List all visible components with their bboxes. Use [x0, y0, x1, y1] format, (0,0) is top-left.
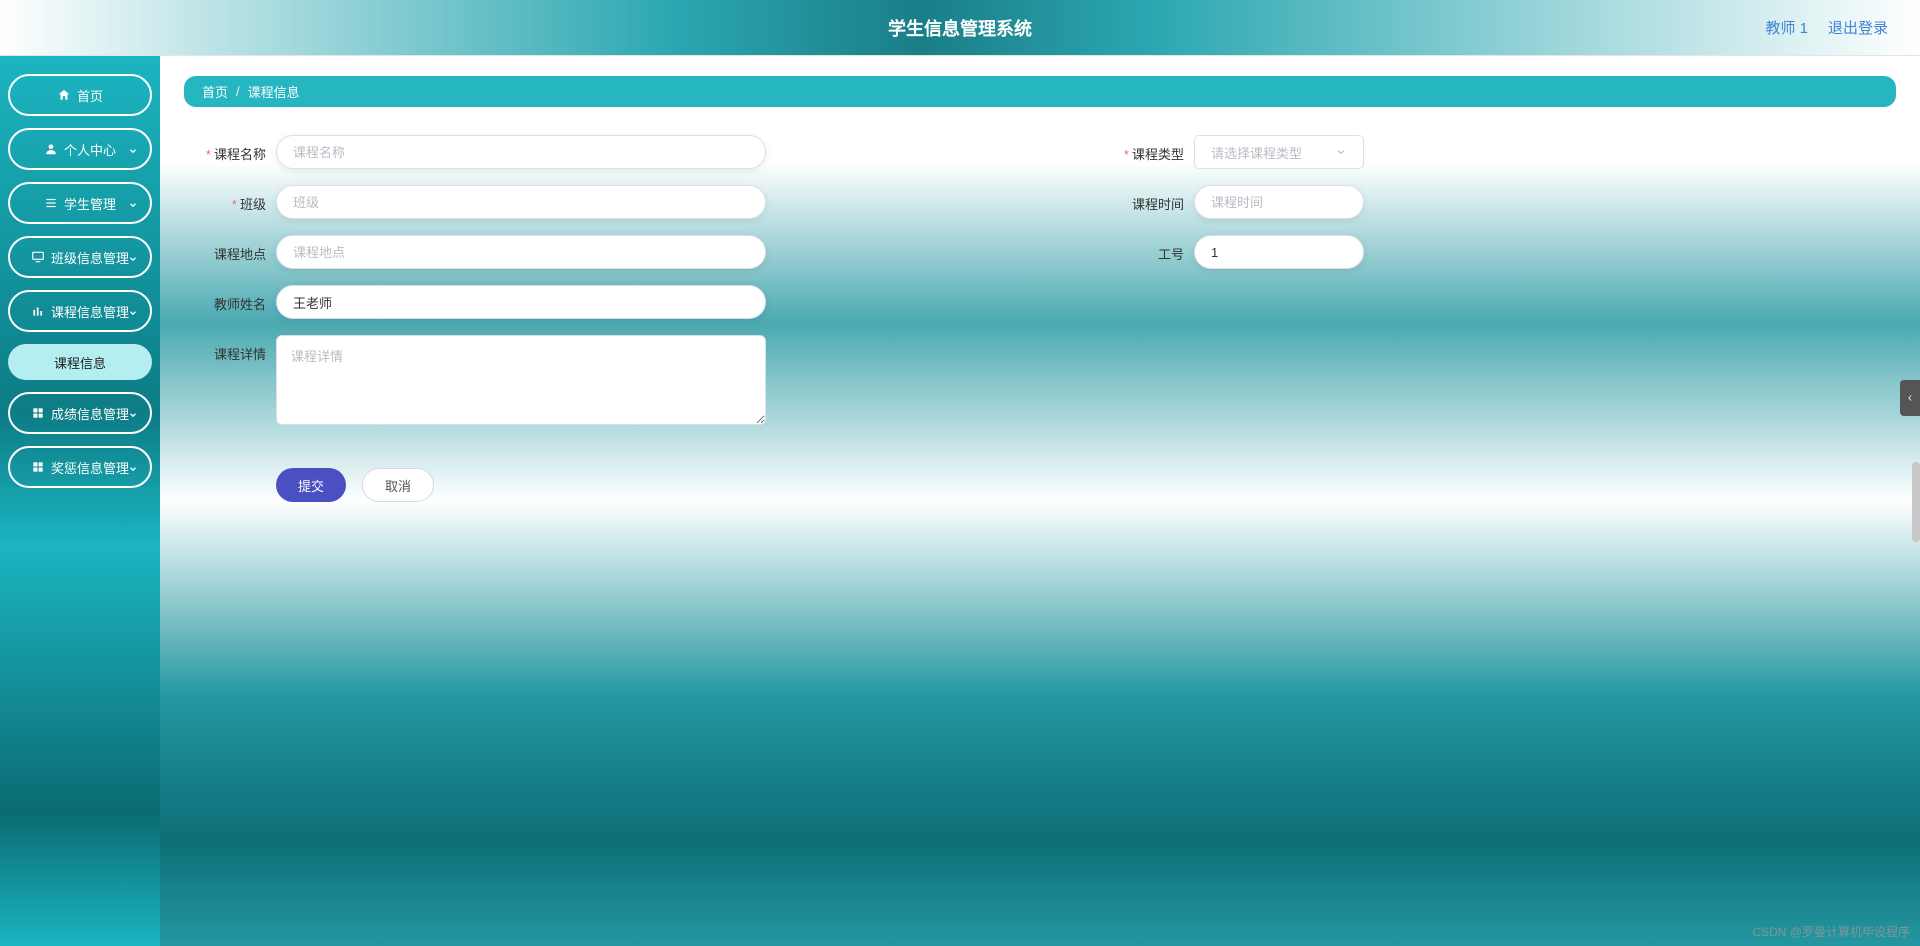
field-teacher-name: 教师姓名: [188, 285, 766, 319]
field-course-name: *课程名称: [188, 135, 766, 169]
sidebar-item-label: 奖惩信息管理: [51, 458, 129, 477]
course-type-select[interactable]: 请选择课程类型: [1194, 135, 1364, 169]
field-course-location: 课程地点: [188, 235, 766, 269]
chevron-down-icon: [128, 462, 138, 472]
home-icon: [57, 88, 71, 102]
chevron-down-icon: [128, 144, 138, 154]
sidebar-subitem-label: 课程信息: [54, 353, 106, 372]
breadcrumb: 首页 / 课程信息: [184, 76, 1896, 107]
logout-link[interactable]: 退出登录: [1828, 17, 1888, 38]
label-teacher-name: 教师姓名: [188, 285, 266, 313]
sidebar-subitem-course-info[interactable]: 课程信息: [8, 344, 152, 380]
chevron-left-icon: [1905, 393, 1915, 403]
job-number-input[interactable]: [1194, 235, 1364, 269]
field-course-detail: 课程详情: [188, 335, 766, 428]
field-course-time: 课程时间: [1106, 185, 1364, 219]
chevron-down-icon: [128, 306, 138, 316]
sidebar-item-label: 首页: [77, 86, 103, 105]
screen-icon: [31, 250, 45, 264]
side-scrollbar[interactable]: [1912, 462, 1920, 542]
cancel-button[interactable]: 取消: [362, 468, 434, 502]
user-icon: [44, 142, 58, 156]
app-title: 学生信息管理系统: [888, 15, 1032, 41]
course-location-input[interactable]: [276, 235, 766, 269]
select-placeholder: 请选择课程类型: [1211, 143, 1302, 162]
sidebar-item-home[interactable]: 首页: [8, 74, 152, 116]
course-detail-textarea[interactable]: [276, 335, 766, 425]
sidebar-item-label: 学生管理: [64, 194, 116, 213]
label-course-detail: 课程详情: [188, 335, 266, 363]
submit-button[interactable]: 提交: [276, 468, 346, 502]
course-time-input[interactable]: [1194, 185, 1364, 219]
sidebar-item-grades[interactable]: 成绩信息管理: [8, 392, 152, 434]
chevron-down-icon: [128, 198, 138, 208]
sidebar-item-label: 课程信息管理: [51, 302, 129, 321]
field-class: *班级: [188, 185, 766, 219]
label-course-location: 课程地点: [188, 235, 266, 263]
field-job-number: 工号: [1106, 235, 1364, 269]
course-form: *课程名称 *课程类型 请选择课程类型: [184, 135, 1896, 502]
grid-icon: [31, 460, 45, 474]
breadcrumb-root[interactable]: 首页: [202, 82, 228, 101]
label-course-type: *课程类型: [1106, 135, 1184, 163]
main-container: 首页 个人中心 学生管理 班级信息管理: [0, 56, 1920, 946]
main-content: 首页 / 课程信息 *课程名称 *课程类型 请选择课程类型: [160, 56, 1920, 946]
chevron-down-icon: [128, 252, 138, 262]
label-job-number: 工号: [1106, 235, 1184, 263]
teacher-name-input[interactable]: [276, 285, 766, 319]
sidebar-item-label: 成绩信息管理: [51, 404, 129, 423]
breadcrumb-current: 课程信息: [248, 82, 300, 101]
side-collapse-tab[interactable]: [1900, 380, 1920, 416]
sidebar-item-label: 班级信息管理: [51, 248, 129, 267]
current-user-link[interactable]: 教师 1: [1765, 17, 1808, 38]
sidebar-item-classes[interactable]: 班级信息管理: [8, 236, 152, 278]
chevron-down-icon: [128, 408, 138, 418]
label-class: *班级: [188, 185, 266, 213]
grid-icon: [31, 406, 45, 420]
sidebar: 首页 个人中心 学生管理 班级信息管理: [0, 56, 160, 946]
list-icon: [44, 196, 58, 210]
form-actions: 提交 取消: [188, 468, 1896, 502]
bars-icon: [31, 304, 45, 318]
breadcrumb-separator: /: [236, 84, 240, 99]
app-header: 学生信息管理系统 教师 1 退出登录: [0, 0, 1920, 56]
sidebar-item-rewards[interactable]: 奖惩信息管理: [8, 446, 152, 488]
label-course-time: 课程时间: [1106, 185, 1184, 213]
sidebar-item-label: 个人中心: [64, 140, 116, 159]
label-course-name: *课程名称: [188, 135, 266, 163]
sidebar-item-profile[interactable]: 个人中心: [8, 128, 152, 170]
course-name-input[interactable]: [276, 135, 766, 169]
chevron-down-icon: [1335, 146, 1347, 158]
field-course-type: *课程类型 请选择课程类型: [1106, 135, 1364, 169]
watermark-text: CSDN @罗曼计算机毕设程序: [1752, 923, 1910, 940]
sidebar-item-courses[interactable]: 课程信息管理: [8, 290, 152, 332]
class-input[interactable]: [276, 185, 766, 219]
sidebar-item-students[interactable]: 学生管理: [8, 182, 152, 224]
header-right: 教师 1 退出登录: [1765, 17, 1888, 38]
